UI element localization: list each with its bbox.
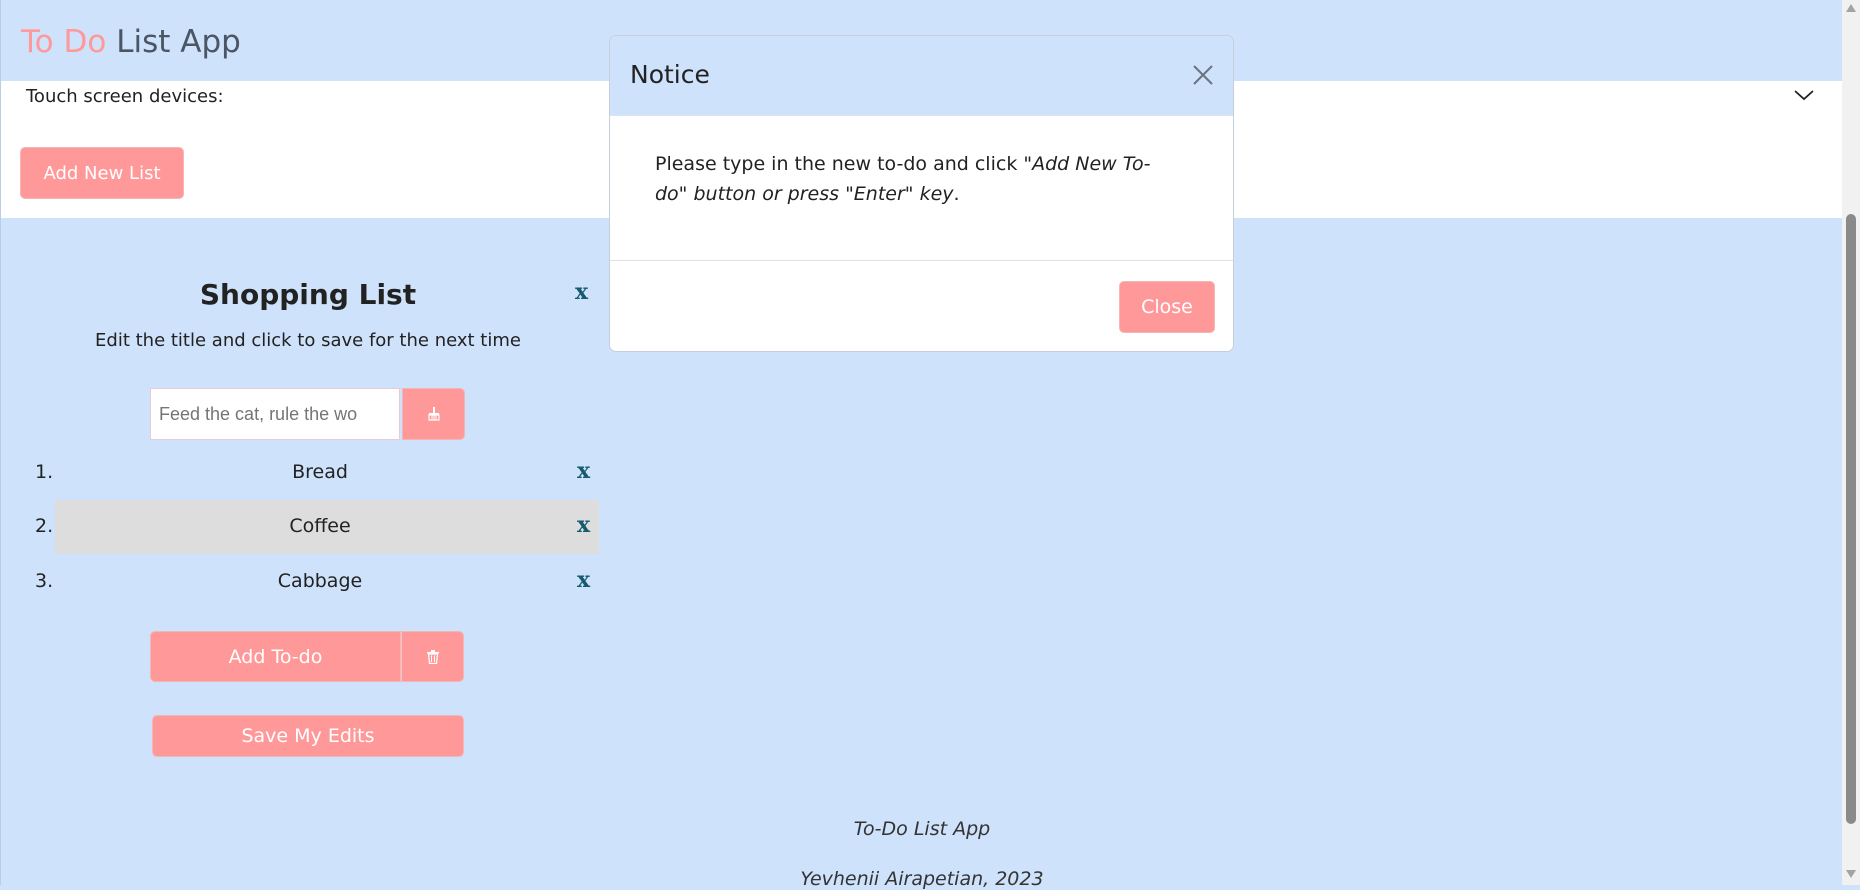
todo-text[interactable]: Coffee — [55, 515, 585, 537]
scrollbar-thumb[interactable] — [1846, 214, 1856, 824]
add-new-list-button[interactable]: Add New List — [20, 147, 184, 199]
notice-modal: Notice Please type in the new to-do and … — [609, 35, 1234, 352]
delete-list-items-button[interactable] — [401, 631, 464, 682]
clear-input-button[interactable] — [402, 388, 465, 440]
modal-message-start: Please type in the new to-do and click — [655, 153, 1024, 175]
delete-todo-button[interactable]: x — [577, 458, 590, 484]
modal-title: Notice — [630, 60, 710, 89]
footer-app-name: To-Do List App — [853, 818, 991, 840]
todo-text[interactable]: Bread — [55, 461, 585, 483]
list-title[interactable]: Shopping List — [101, 278, 515, 311]
remove-list-button[interactable]: x — [575, 279, 588, 305]
todo-row: 2. Coffee x — [1, 500, 601, 554]
modal-message: Please type in the new to-do and click "… — [655, 149, 1175, 209]
modal-footer-divider — [610, 260, 1233, 261]
modal-close-button[interactable]: Close — [1119, 281, 1215, 333]
broom-icon — [427, 407, 440, 421]
todo-number: 2. — [35, 515, 54, 537]
trash-icon — [426, 649, 439, 664]
todo-number: 1. — [35, 461, 54, 483]
todo-text[interactable]: Cabbage — [55, 570, 585, 592]
todo-row: 1. Bread x — [1, 446, 601, 500]
chevron-down-icon[interactable] — [1793, 84, 1815, 106]
modal-header: Notice — [610, 36, 1233, 116]
modal-message-key-hint: button or press "Enter" key — [693, 183, 954, 205]
scroll-up-arrow-icon[interactable] — [1846, 4, 1856, 12]
save-edits-button[interactable]: Save My Edits — [152, 715, 464, 757]
app-brand: To Do List App — [21, 22, 241, 62]
close-icon[interactable] — [1190, 62, 1216, 88]
todo-row: 3. Cabbage x — [1, 555, 601, 609]
delete-todo-button[interactable]: x — [577, 512, 590, 538]
add-todo-button[interactable]: Add To-do — [150, 631, 401, 682]
brand-to-do: To Do — [21, 24, 107, 60]
list-subtitle: Edit the title and click to save for the… — [95, 330, 521, 351]
scroll-down-arrow-icon[interactable] — [1846, 870, 1856, 878]
vertical-scrollbar[interactable] — [1842, 0, 1860, 885]
page: To Do List App Touch screen devices: Add… — [0, 0, 1843, 890]
brand-list-app: List App — [116, 24, 241, 60]
delete-todo-button[interactable]: x — [577, 567, 590, 593]
modal-message-end: . — [953, 183, 960, 205]
footer-author: Yevhenii Airapetian, 2023 — [800, 868, 1044, 890]
todo-number: 3. — [35, 570, 54, 592]
new-todo-input[interactable] — [150, 388, 400, 440]
touch-devices-label: Touch screen devices: — [26, 86, 224, 107]
